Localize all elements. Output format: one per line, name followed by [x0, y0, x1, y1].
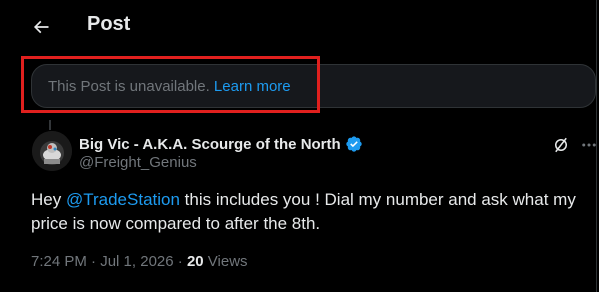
post-meta: 7:24 PM · Jul 1, 2026 · 20 Views — [31, 253, 248, 270]
mention-link[interactable]: @TradeStation — [66, 190, 180, 209]
author-handle[interactable]: @Freight_Genius — [79, 154, 197, 171]
meta-separator: · — [173, 253, 187, 270]
meta-separator: · — [86, 253, 101, 270]
avatar[interactable] — [32, 131, 72, 171]
grok-button[interactable] — [550, 134, 572, 156]
page-title: Post — [87, 13, 131, 35]
grok-icon — [555, 137, 567, 153]
author-display-name[interactable]: Big Vic - A.K.A. Scourge of the North — [79, 135, 363, 153]
author-name-text: Big Vic - A.K.A. Scourge of the North — [79, 135, 341, 153]
post-date[interactable]: Jul 1, 2026 — [100, 253, 173, 270]
more-options-button[interactable] — [578, 134, 599, 156]
arrow-left-icon — [33, 20, 49, 34]
post-text: Hey @TradeStation this includes you ! Di… — [31, 188, 591, 236]
thread-line — [49, 120, 51, 130]
back-button[interactable] — [24, 10, 58, 44]
views-label: Views — [203, 253, 248, 270]
avatar-image — [32, 131, 72, 171]
header: Post — [0, 0, 596, 52]
views-count: 20 — [186, 253, 204, 270]
highlight-box — [21, 56, 320, 113]
post-time[interactable]: 7:24 PM — [31, 253, 87, 270]
more-horizontal-icon — [582, 143, 596, 147]
post-text-before: Hey — [31, 190, 66, 209]
verified-badge-icon — [345, 135, 363, 153]
